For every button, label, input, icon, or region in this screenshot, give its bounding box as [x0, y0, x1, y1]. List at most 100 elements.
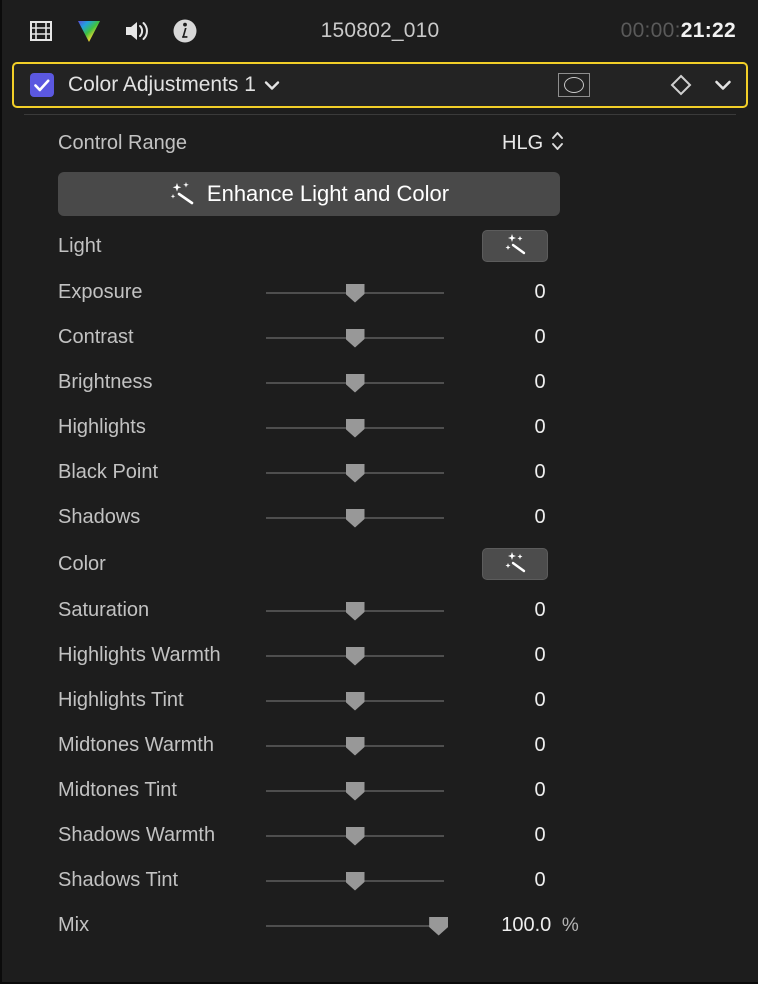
shadows-warmth-slider-handle[interactable] — [345, 826, 365, 846]
saturation-slider-handle[interactable] — [345, 601, 365, 621]
shadows-tint-label: Shadows Tint — [58, 869, 179, 891]
keyframe-diamond-icon[interactable] — [670, 74, 692, 96]
midtones-tint-label: Midtones Tint — [58, 779, 177, 801]
highlights-tint-slider[interactable] — [266, 690, 444, 712]
magic-wand-icon — [500, 549, 530, 580]
inspector-tab-icons — [2, 16, 200, 46]
video-icon[interactable] — [26, 16, 56, 46]
shadows-warmth-slider[interactable] — [266, 825, 444, 847]
shadows-tint-slider-handle[interactable] — [345, 871, 365, 891]
highlights-warmth-value[interactable]: 0 — [480, 644, 600, 667]
effect-enable-checkbox[interactable] — [30, 73, 54, 97]
contrast-slider-handle[interactable] — [345, 328, 365, 348]
enhance-button-label: Enhance Light and Color — [206, 181, 450, 206]
slider-row-highlights: Highlights 0 — [2, 405, 758, 450]
black-point-slider[interactable] — [266, 462, 444, 484]
highlights-warmth-slider[interactable] — [266, 645, 444, 667]
audio-icon[interactable] — [122, 16, 152, 46]
highlights-warmth-label: Highlights Warmth — [58, 644, 221, 666]
mix-slider-handle[interactable] — [429, 916, 449, 936]
control-range-row[interactable]: Control Range HLG — [2, 121, 758, 166]
mix-value-unit — [551, 915, 562, 936]
highlights-tint-label: Highlights Tint — [58, 689, 184, 711]
black-point-value[interactable]: 0 — [480, 461, 600, 484]
mix-slider-track[interactable] — [266, 924, 444, 927]
enhance-row: Enhance Light and Color — [2, 166, 758, 222]
mix-label: Mix — [58, 914, 90, 936]
contrast-label: Contrast — [58, 326, 134, 348]
effect-header[interactable]: Color Adjustments 1 — [12, 62, 748, 108]
shadows-label: Shadows — [58, 506, 141, 528]
shadows-slider[interactable] — [266, 507, 444, 529]
effect-disclosure-chevron-down-icon[interactable] — [264, 80, 280, 91]
highlights-label: Highlights — [58, 416, 146, 438]
shadows-tint-value[interactable]: 0 — [480, 869, 600, 892]
magic-wand-icon — [500, 231, 530, 262]
contrast-slider[interactable] — [266, 327, 444, 349]
slider-row-highlights-warmth: Highlights Warmth 0 — [2, 633, 758, 678]
info-icon[interactable] — [170, 16, 200, 46]
slider-row-shadows-warmth: Shadows Warmth 0 — [2, 813, 758, 858]
contrast-value[interactable]: 0 — [480, 326, 600, 349]
control-range-label: Control Range — [58, 132, 187, 154]
slider-row-black-point: Black Point 0 — [2, 450, 758, 495]
brightness-value[interactable]: 0 — [480, 371, 600, 394]
up-down-stepper-icon[interactable] — [551, 130, 564, 157]
checkmark-icon — [34, 78, 50, 91]
slider-row-highlights-tint: Highlights Tint 0 — [2, 678, 758, 723]
highlights-tint-value[interactable]: 0 — [480, 689, 600, 712]
highlights-slider-handle[interactable] — [345, 418, 365, 438]
inspector-body: Control Range HLG Enhance Light and Colo… — [2, 115, 758, 948]
shadows-value[interactable]: 0 — [480, 506, 600, 529]
section-label-color: Color — [58, 552, 106, 575]
midtones-tint-slider[interactable] — [266, 780, 444, 802]
midtones-warmth-slider-handle[interactable] — [345, 736, 365, 756]
brightness-label: Brightness — [58, 371, 153, 393]
mix-unit-label: % — [561, 915, 579, 936]
midtones-warmth-slider[interactable] — [266, 735, 444, 757]
shadows-warmth-label: Shadows Warmth — [58, 824, 216, 846]
shadows-warmth-value[interactable]: 0 — [480, 824, 600, 847]
midtones-tint-slider-handle[interactable] — [345, 781, 365, 801]
mask-ellipse-shape — [564, 77, 584, 93]
timecode-display[interactable]: 00:00:21:22 — [621, 19, 736, 43]
slider-row-brightness: Brightness 0 — [2, 360, 758, 405]
magic-wand-icon — [169, 179, 195, 210]
auto-enhance-light-button[interactable] — [482, 230, 548, 262]
highlights-tint-slider-handle[interactable] — [345, 691, 365, 711]
enhance-light-and-color-button[interactable]: Enhance Light and Color — [58, 172, 560, 216]
midtones-warmth-value[interactable]: 0 — [480, 734, 600, 757]
slider-row-shadows: Shadows 0 — [2, 495, 758, 540]
brightness-slider[interactable] — [266, 372, 444, 394]
brightness-slider-handle[interactable] — [345, 373, 365, 393]
shape-mask-icon[interactable] — [558, 73, 590, 97]
effect-menu-chevron-down-icon[interactable] — [714, 79, 732, 91]
exposure-slider-handle[interactable] — [345, 283, 365, 303]
shadows-tint-slider[interactable] — [266, 870, 444, 892]
section-label-light: Light — [58, 234, 102, 257]
black-point-slider-handle[interactable] — [345, 463, 365, 483]
slider-row-midtones-tint: Midtones Tint 0 — [2, 768, 758, 813]
section-header-light: Light — [2, 222, 758, 270]
section-header-color: Color — [2, 540, 758, 588]
highlights-slider[interactable] — [266, 417, 444, 439]
saturation-slider[interactable] — [266, 600, 444, 622]
control-range-value: HLG — [502, 132, 544, 154]
mix-slider[interactable] — [266, 915, 449, 937]
mix-value[interactable]: 100.0 % — [480, 914, 600, 937]
timecode-dim-part: 00:00: — [620, 19, 681, 42]
highlights-warmth-slider-handle[interactable] — [345, 646, 365, 666]
color-icon[interactable] — [74, 16, 104, 46]
exposure-value[interactable]: 0 — [480, 281, 600, 304]
exposure-label: Exposure — [58, 281, 143, 303]
exposure-slider[interactable] — [266, 282, 444, 304]
saturation-value[interactable]: 0 — [480, 599, 600, 622]
highlights-value[interactable]: 0 — [480, 416, 600, 439]
shadows-slider-handle[interactable] — [345, 508, 365, 528]
slider-row-midtones-warmth: Midtones Warmth 0 — [2, 723, 758, 768]
auto-enhance-color-button[interactable] — [482, 548, 548, 580]
control-range-popup[interactable]: HLG — [502, 130, 564, 157]
slider-row-shadows-tint: Shadows Tint 0 — [2, 858, 758, 903]
inspector-toolbar: 150802_010 00:00:21:22 — [2, 0, 758, 62]
midtones-tint-value[interactable]: 0 — [480, 779, 600, 802]
